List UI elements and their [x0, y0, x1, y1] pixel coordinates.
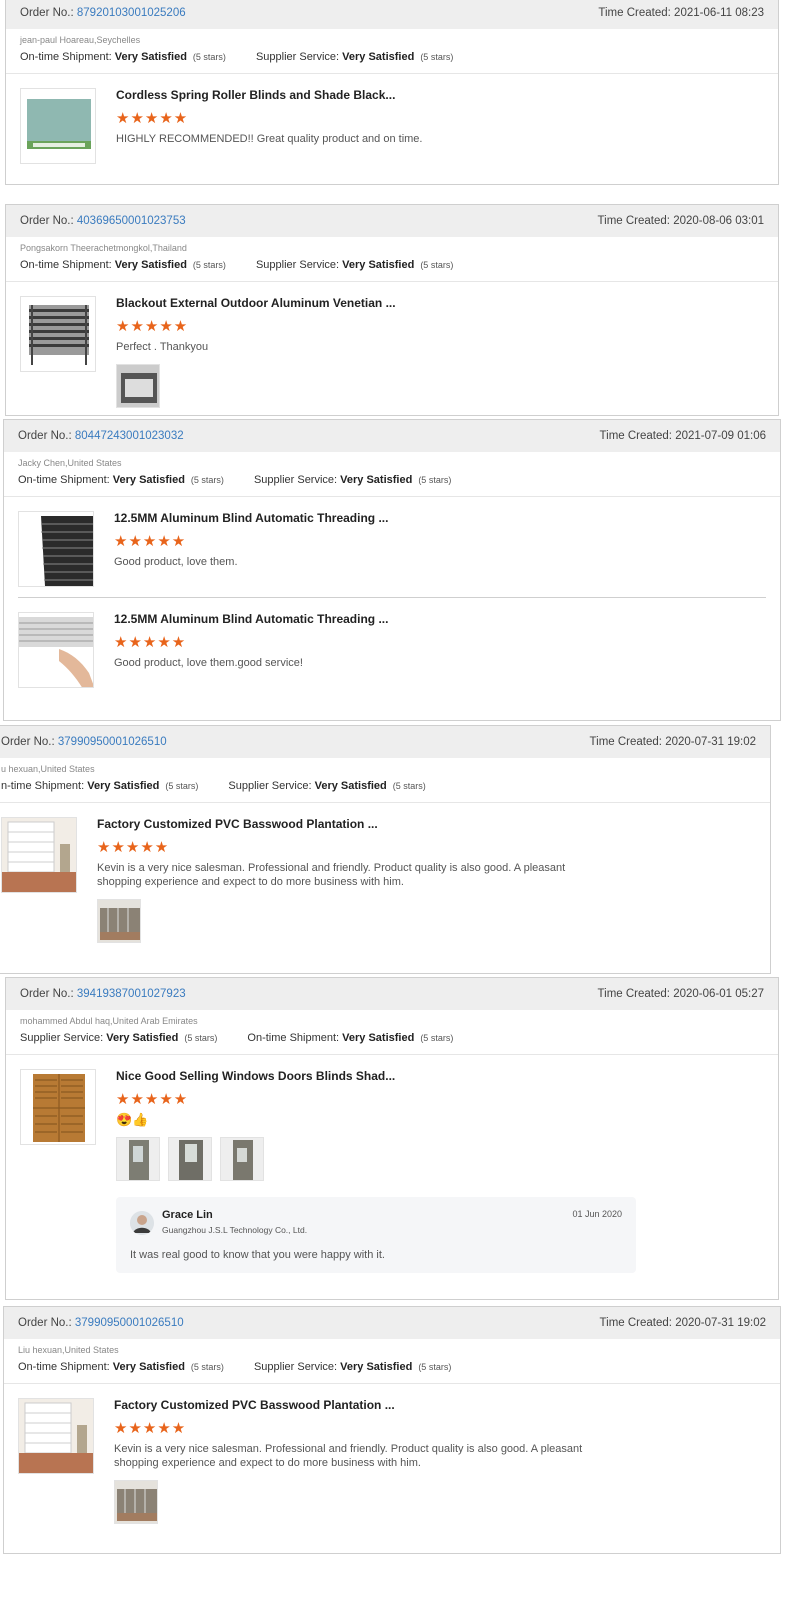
order-card: Order No.: 80447243001023032 Time Create…	[3, 419, 781, 721]
review-text: Perfect . Thankyou	[116, 341, 209, 353]
buyer-name: Liu hexuan,United States	[18, 1345, 119, 1355]
order-number-link[interactable]: 40369650001023753	[77, 215, 186, 227]
rating-summary: Supplier Service: Very Satisfied (5 stars…	[20, 1032, 454, 1044]
review-attachments	[116, 364, 764, 408]
buyer-meta: mohammed Abdul haq,United Arab Emirates …	[6, 1010, 778, 1055]
buyer-name: Jacky Chen,United States	[18, 458, 122, 468]
review-photo[interactable]	[116, 364, 160, 408]
review-text: Kevin is a very nice salesman. Professio…	[114, 1443, 583, 1469]
order-card: Order No.: 40369650001023753 Time Create…	[5, 204, 779, 416]
order-number: Order No.: 37990950001026510	[18, 1317, 184, 1329]
order-header: Order No.: 40369650001023753 Time Create…	[6, 205, 778, 237]
star-rating: ★★★★★	[114, 634, 187, 651]
review-photo[interactable]	[114, 1480, 158, 1524]
product-title[interactable]: 12.5MM Aluminum Blind Automatic Threadin…	[114, 612, 766, 626]
star-rating: ★★★★★	[114, 1420, 187, 1437]
product-thumbnail[interactable]	[20, 296, 96, 372]
order-card: Order No.: 39419387001027923 Time Create…	[5, 977, 779, 1300]
order-number: Order No.: 37990950001026510	[1, 736, 167, 748]
buyer-name: u hexuan,United States	[1, 764, 95, 774]
product-thumbnail[interactable]	[20, 1069, 96, 1145]
review-attachments	[114, 1480, 766, 1524]
review-text: Kevin is a very nice salesman. Professio…	[97, 862, 566, 888]
product-review: Factory Customized PVC Basswood Plantati…	[0, 803, 770, 953]
order-header: Order No.: 87920103001025206 Time Create…	[6, 0, 778, 29]
review-photo[interactable]	[168, 1137, 212, 1181]
product-review: Nice Good Selling Windows Doors Blinds S…	[6, 1055, 778, 1283]
product-thumbnail[interactable]	[18, 612, 94, 688]
product-review: 12.5MM Aluminum Blind Automatic Threadin…	[4, 497, 780, 597]
star-rating: ★★★★★	[116, 110, 189, 127]
product-thumbnail[interactable]	[1, 817, 77, 893]
review-photo[interactable]	[97, 899, 141, 943]
order-card: Order No.: 37990950001026510 Time Create…	[0, 725, 771, 974]
time-created: Time Created: 2021-07-09 01:06	[599, 430, 766, 442]
order-card: Order No.: 87920103001025206 Time Create…	[5, 0, 779, 185]
product-review: 12.5MM Aluminum Blind Automatic Threadin…	[18, 597, 766, 698]
rating-summary: On-time Shipment: Very Satisfied (5 stars…	[20, 259, 454, 271]
star-rating: ★★★★★	[116, 318, 189, 335]
time-created: Time Created: 2020-07-31 19:02	[589, 736, 756, 748]
review-text: 😍👍	[116, 1112, 149, 1127]
product-review: Blackout External Outdoor Aluminum Venet…	[6, 282, 778, 415]
product-thumbnail[interactable]	[18, 1398, 94, 1474]
reply-text: It was real good to know that you were h…	[130, 1249, 385, 1261]
product-thumbnail[interactable]	[18, 511, 94, 587]
product-title[interactable]: Cordless Spring Roller Blinds and Shade …	[116, 88, 764, 102]
star-rating: ★★★★★	[97, 839, 170, 856]
product-review: Cordless Spring Roller Blinds and Shade …	[6, 74, 778, 174]
buyer-meta: u hexuan,United States n-time Shipment: …	[0, 758, 770, 803]
reply-date: 01 Jun 2020	[572, 1209, 622, 1219]
order-number: Order No.: 39419387001027923	[20, 988, 186, 1000]
review-attachments	[97, 899, 756, 943]
rating-summary: On-time Shipment: Very Satisfied (5 stars…	[20, 51, 454, 63]
star-rating: ★★★★★	[116, 1091, 189, 1108]
reply-author: Grace Lin	[162, 1209, 213, 1221]
rating-summary: On-time Shipment: Very Satisfied (5 stars…	[18, 474, 452, 486]
order-number-link[interactable]: 37990950001026510	[58, 736, 167, 748]
review-text: Good product, love them.	[114, 556, 238, 568]
order-number: Order No.: 80447243001023032	[18, 430, 184, 442]
time-created: Time Created: 2020-06-01 05:27	[597, 988, 764, 1000]
rating-summary: n-time Shipment: Very Satisfied (5 stars)…	[1, 780, 426, 792]
order-header: Order No.: 39419387001027923 Time Create…	[6, 978, 778, 1010]
product-title[interactable]: Factory Customized PVC Basswood Plantati…	[97, 817, 756, 831]
buyer-name: jean-paul Hoareau,Seychelles	[20, 35, 141, 45]
avatar	[130, 1211, 154, 1235]
review-text: HIGHLY RECOMMENDED!! Great quality produ…	[116, 133, 423, 145]
order-header: Order No.: 37990950001026510 Time Create…	[4, 1307, 780, 1339]
supplier-reply: Grace Lin Guangzhou J.S.L Technology Co.…	[116, 1197, 636, 1273]
buyer-meta: Jacky Chen,United States On-time Shipmen…	[4, 452, 780, 497]
buyer-name: Pongsakorn Theerachetmongkol,Thailand	[20, 243, 187, 253]
review-text: Good product, love them.good service!	[114, 657, 303, 669]
buyer-meta: Liu hexuan,United States On-time Shipmen…	[4, 1339, 780, 1384]
product-thumbnail[interactable]	[20, 88, 96, 164]
order-number-link[interactable]: 37990950001026510	[75, 1317, 184, 1329]
order-number: Order No.: 40369650001023753	[20, 215, 186, 227]
product-title[interactable]: Factory Customized PVC Basswood Plantati…	[114, 1398, 766, 1412]
reply-company: Guangzhou J.S.L Technology Co., Ltd.	[162, 1225, 308, 1235]
star-rating: ★★★★★	[114, 533, 187, 550]
buyer-meta: Pongsakorn Theerachetmongkol,Thailand On…	[6, 237, 778, 282]
product-title[interactable]: Blackout External Outdoor Aluminum Venet…	[116, 296, 764, 310]
product-title[interactable]: Nice Good Selling Windows Doors Blinds S…	[116, 1069, 764, 1083]
order-number: Order No.: 87920103001025206	[20, 7, 186, 19]
product-title[interactable]: 12.5MM Aluminum Blind Automatic Threadin…	[114, 511, 766, 525]
rating-summary: On-time Shipment: Very Satisfied (5 stars…	[18, 1361, 452, 1373]
time-created: Time Created: 2020-07-31 19:02	[599, 1317, 766, 1329]
order-card: Order No.: 37990950001026510 Time Create…	[3, 1306, 781, 1554]
review-attachments	[116, 1137, 764, 1181]
product-review: Factory Customized PVC Basswood Plantati…	[4, 1384, 780, 1534]
order-header: Order No.: 37990950001026510 Time Create…	[0, 726, 770, 758]
order-number-link[interactable]: 80447243001023032	[75, 430, 184, 442]
time-created: Time Created: 2021-06-11 08:23	[598, 7, 764, 19]
order-number-link[interactable]: 87920103001025206	[77, 7, 186, 19]
review-photo[interactable]	[116, 1137, 160, 1181]
review-photo[interactable]	[220, 1137, 264, 1181]
buyer-name: mohammed Abdul haq,United Arab Emirates	[20, 1016, 198, 1026]
order-number-link[interactable]: 39419387001027923	[77, 988, 186, 1000]
buyer-meta: jean-paul Hoareau,Seychelles On-time Shi…	[6, 29, 778, 74]
time-created: Time Created: 2020-08-06 03:01	[597, 215, 764, 227]
order-header: Order No.: 80447243001023032 Time Create…	[4, 420, 780, 452]
